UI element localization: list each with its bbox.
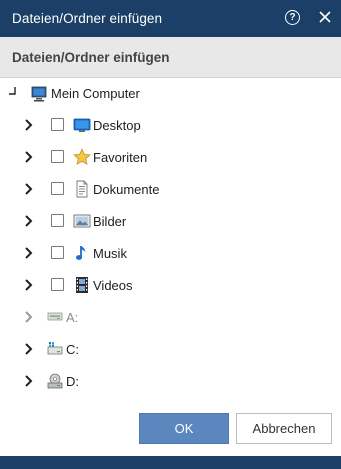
chevron-right-icon[interactable] bbox=[24, 311, 34, 323]
folder-checkbox[interactable] bbox=[51, 214, 64, 227]
title-bar: Dateien/Ordner einfügen ? bbox=[0, 0, 341, 37]
chevron-right-icon[interactable] bbox=[24, 247, 34, 259]
folder-checkbox[interactable] bbox=[51, 150, 64, 163]
chevron-right-icon[interactable] bbox=[24, 279, 34, 291]
tree-item-musik[interactable]: Musik bbox=[0, 241, 341, 267]
computer-icon bbox=[31, 86, 47, 102]
tree-item-label: Desktop bbox=[93, 118, 141, 133]
hard-drive-icon bbox=[47, 342, 63, 355]
tree-item-dokumente[interactable]: Dokumente bbox=[0, 177, 341, 203]
film-icon bbox=[76, 277, 88, 293]
chevron-right-icon[interactable] bbox=[24, 151, 34, 163]
music-note-icon bbox=[76, 246, 86, 260]
chevron-right-icon[interactable] bbox=[24, 215, 34, 227]
chevron-right-icon[interactable] bbox=[24, 183, 34, 195]
picture-icon bbox=[73, 214, 91, 228]
chevron-right-icon[interactable] bbox=[24, 375, 34, 387]
tree-item-label: D: bbox=[66, 374, 79, 389]
subheader-label: Dateien/Ordner einfügen bbox=[12, 49, 170, 65]
collapse-toggle-icon[interactable] bbox=[9, 87, 16, 95]
folder-checkbox[interactable] bbox=[51, 118, 64, 131]
tree-item-desktop[interactable]: Desktop bbox=[0, 113, 341, 139]
help-icon[interactable]: ? bbox=[285, 10, 300, 25]
desktop-icon bbox=[73, 118, 91, 132]
chevron-right-icon[interactable] bbox=[24, 119, 34, 131]
cd-drive-icon bbox=[47, 373, 63, 389]
tree-item-label: Favoriten bbox=[93, 150, 148, 165]
close-icon[interactable] bbox=[318, 10, 332, 24]
tree-item-label: C: bbox=[66, 342, 79, 357]
tree-item-label: Dokumente bbox=[93, 182, 160, 197]
tree-item-drive-a[interactable]: A: bbox=[0, 305, 341, 331]
folder-checkbox[interactable] bbox=[51, 246, 64, 259]
tree-item-label: Musik bbox=[93, 246, 127, 261]
folder-checkbox[interactable] bbox=[51, 278, 64, 291]
tree-item-label: Videos bbox=[93, 278, 133, 293]
tree-item-label: A: bbox=[66, 310, 79, 325]
document-icon bbox=[76, 180, 88, 198]
folder-checkbox[interactable] bbox=[51, 182, 64, 195]
tree-item-label: Mein Computer bbox=[51, 86, 140, 101]
tree-item-my-computer[interactable]: Mein Computer bbox=[0, 81, 341, 107]
cancel-button[interactable]: Abbrechen bbox=[236, 413, 332, 444]
star-icon bbox=[73, 148, 91, 166]
ok-button[interactable]: OK bbox=[139, 413, 229, 444]
tree-item-videos[interactable]: Videos bbox=[0, 273, 341, 299]
bottom-bar bbox=[0, 456, 341, 469]
chevron-right-icon[interactable] bbox=[24, 343, 34, 355]
tree-item-favoriten[interactable]: Favoriten bbox=[0, 145, 341, 171]
tree-item-bilder[interactable]: Bilder bbox=[0, 209, 341, 235]
tree-item-label: Bilder bbox=[93, 214, 127, 229]
window-title: Dateien/Ordner einfügen bbox=[12, 11, 163, 26]
tree-item-drive-d[interactable]: D: bbox=[0, 369, 341, 395]
dialog-subheader: Dateien/Ordner einfügen bbox=[0, 37, 341, 78]
tree-item-drive-c[interactable]: C: bbox=[0, 337, 341, 363]
floppy-drive-icon bbox=[47, 312, 63, 321]
